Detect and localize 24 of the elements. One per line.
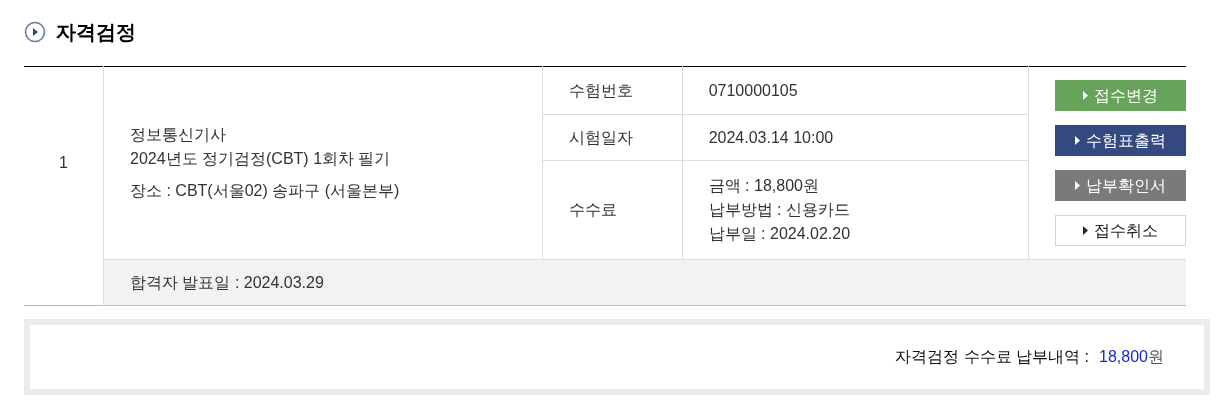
triangle-icon xyxy=(1083,91,1088,100)
exam-place: 장소 : CBT(서울02) 송파구 (서울본부) xyxy=(130,181,401,201)
action-button[interactable]: 접수취소 xyxy=(1055,215,1186,246)
action-button[interactable]: 납부확인서 xyxy=(1055,170,1186,201)
action-button[interactable]: 수험표출력 xyxy=(1055,125,1186,156)
triangle-icon xyxy=(1075,181,1080,190)
field-label: 수험번호 xyxy=(569,81,634,99)
row-number: 1 xyxy=(59,154,68,172)
field-value: 0710000105 xyxy=(708,80,799,101)
section-title: 자격검정 xyxy=(56,20,136,45)
field-value: 2024.03.14 10:00 xyxy=(708,127,835,148)
announcement-text: 합격자 발표일 : 2024.03.29 xyxy=(130,273,324,291)
summary-label: 자격검정 수수료 납부내역 : xyxy=(895,347,1090,367)
field-value: 납부방법 : 신용카드 xyxy=(708,200,851,220)
exam-name: 2024년도 정기검정(CBT) 1회차 필기 xyxy=(130,149,392,169)
field-value: 납부일 : 2024.02.20 xyxy=(708,224,852,244)
exam-name: 정보통신기사 xyxy=(130,125,227,145)
summary-amount: 18,800 xyxy=(1099,347,1148,367)
field-label: 수수료 xyxy=(569,201,618,218)
summary-unit: 원 xyxy=(1148,347,1164,367)
field-label: 시험일자 xyxy=(569,128,634,146)
triangle-icon xyxy=(1075,136,1080,145)
field-value: 금액 : 18,800원 xyxy=(708,176,820,196)
triangle-icon xyxy=(1083,226,1088,235)
